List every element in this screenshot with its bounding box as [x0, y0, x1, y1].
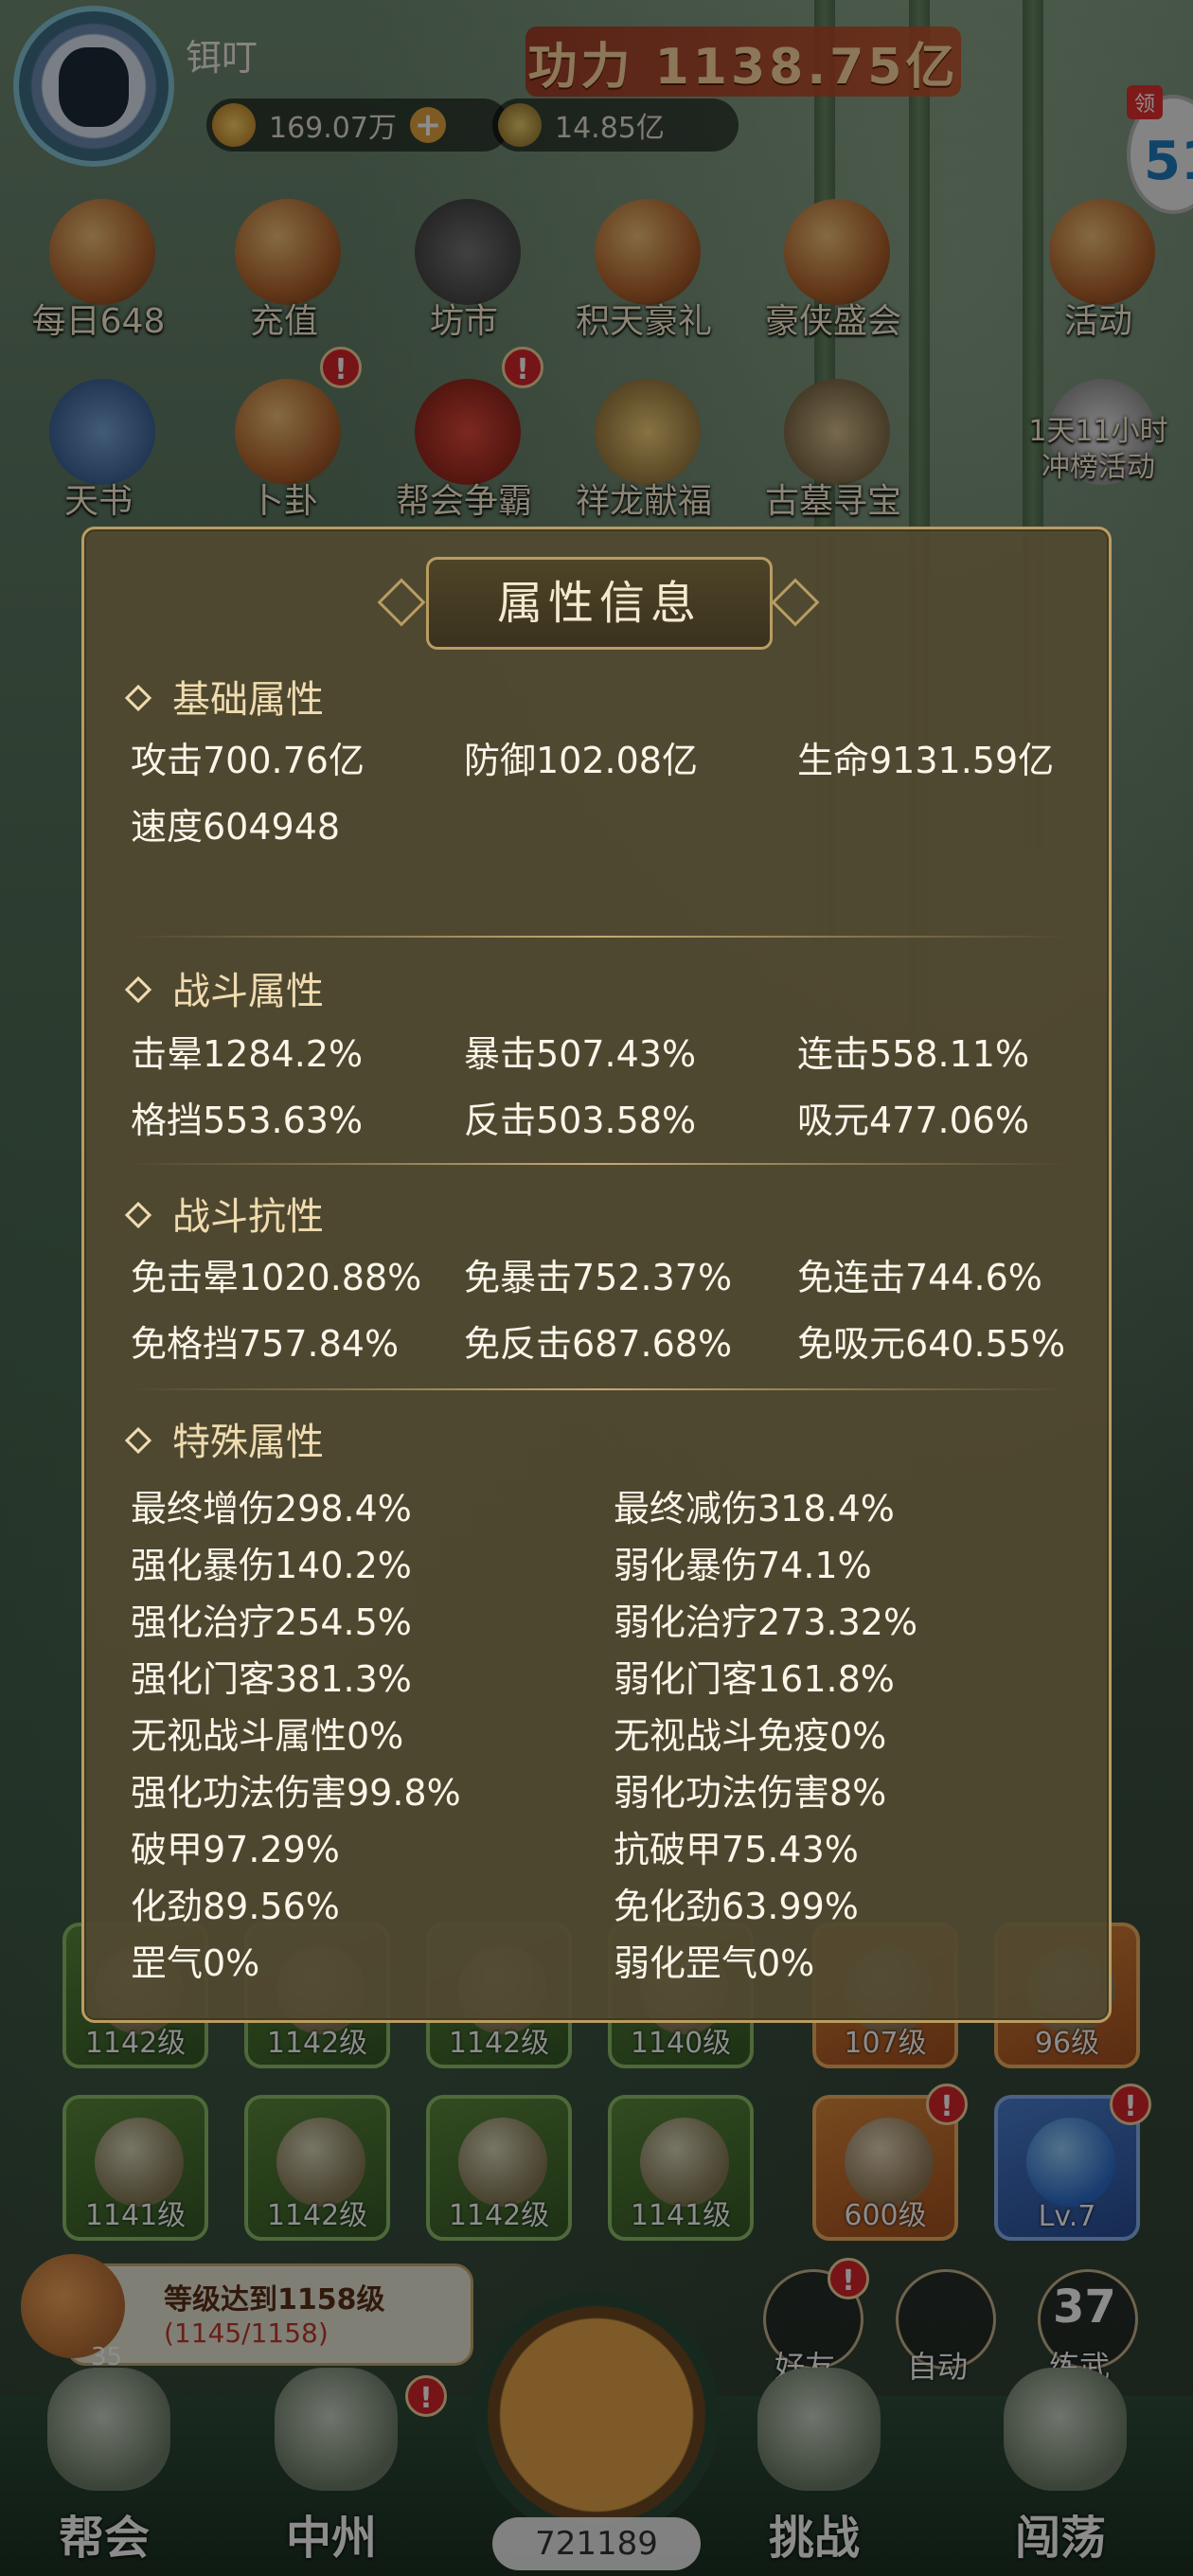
special-stat: 弱化治疗273.32%: [614, 1601, 918, 1643]
stat-attack: 攻击700.76亿: [131, 740, 365, 781]
special-stat: 强化门客381.3%: [131, 1658, 412, 1700]
stat-resist-crit: 免暴击752.37%: [464, 1257, 733, 1298]
stat-resist-block: 免格挡757.84%: [131, 1323, 400, 1365]
stat-speed: 速度604948: [131, 806, 341, 848]
stat-block: 格挡553.63%: [131, 1100, 364, 1141]
section-divider: [129, 936, 1066, 938]
special-stat: 弱化暴伤74.1%: [614, 1545, 872, 1586]
special-stat: 弱化门客161.8%: [614, 1658, 895, 1700]
stat-combo: 连击558.11%: [797, 1033, 1030, 1075]
section-resist: 战斗抗性: [124, 1186, 324, 1241]
section-basic: 基础属性: [124, 669, 324, 724]
section-divider: [129, 1388, 1066, 1390]
stat-defense: 防御102.08亿: [464, 740, 698, 781]
special-stat: 破甲97.29%: [131, 1829, 340, 1870]
special-stat: 罡气0%: [131, 1942, 260, 1984]
diamond-bullet-icon: [124, 975, 152, 1004]
section-heading: 基础属性: [172, 678, 324, 722]
section-combat: 战斗属性: [124, 960, 324, 1015]
special-stat: 最终增伤298.4%: [131, 1488, 412, 1530]
stat-stun: 击晕1284.2%: [131, 1033, 364, 1075]
section-divider: [129, 1163, 1066, 1165]
stat-hp: 生命9131.59亿: [797, 740, 1055, 781]
special-stat: 无视战斗属性0%: [131, 1715, 404, 1757]
diamond-bullet-icon: [124, 1426, 152, 1455]
stat-resist-combo: 免连击744.6%: [797, 1257, 1042, 1298]
special-stat: 免化劲63.99%: [614, 1886, 859, 1927]
section-heading: 战斗抗性: [172, 1195, 324, 1239]
special-stat: 强化暴伤140.2%: [131, 1545, 412, 1586]
special-stat: 弱化罡气0%: [614, 1942, 815, 1984]
stat-resist-counter: 免反击687.68%: [464, 1323, 733, 1365]
special-stat: 强化治疗254.5%: [131, 1601, 412, 1643]
panel-title: 属性信息: [426, 557, 773, 650]
section-heading: 战斗属性: [172, 970, 324, 1013]
diamond-bullet-icon: [124, 1201, 152, 1229]
stat-crit: 暴击507.43%: [464, 1033, 697, 1075]
stat-absorb: 吸元477.06%: [797, 1100, 1030, 1141]
special-stat: 无视战斗免疫0%: [614, 1715, 887, 1757]
stat-counter: 反击503.58%: [464, 1100, 697, 1141]
stat-resist-stun: 免击晕1020.88%: [131, 1257, 422, 1298]
section-heading: 特殊属性: [172, 1421, 324, 1464]
diamond-bullet-icon: [124, 684, 152, 712]
special-stat: 化劲89.56%: [131, 1886, 340, 1927]
special-stat: 强化功法伤害99.8%: [131, 1772, 461, 1814]
section-special: 特殊属性: [124, 1411, 324, 1466]
stat-resist-absorb: 免吸元640.55%: [797, 1323, 1066, 1365]
special-stat: 弱化功法伤害8%: [614, 1772, 887, 1814]
special-stat: 最终减伤318.4%: [614, 1488, 895, 1530]
special-stat: 抗破甲75.43%: [614, 1829, 859, 1870]
